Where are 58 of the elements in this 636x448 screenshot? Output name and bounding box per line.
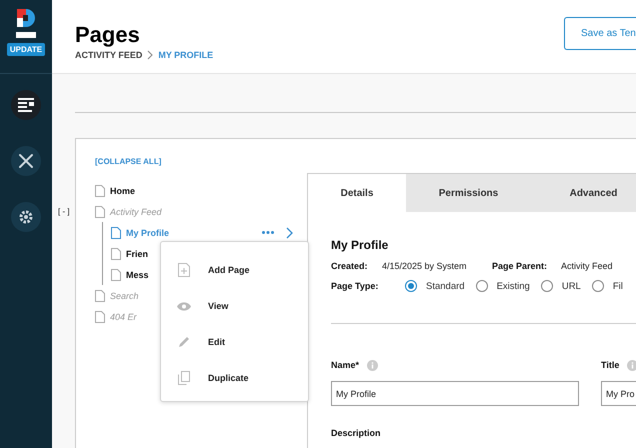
chevron-right-icon xyxy=(286,226,293,238)
nav-button[interactable] xyxy=(11,90,41,120)
duplicate-icon xyxy=(178,371,190,385)
update-badge[interactable]: UPDATE xyxy=(6,43,46,56)
more-icon xyxy=(262,231,274,234)
radio-label: URL xyxy=(562,280,581,292)
page-type-radio[interactable]: Existing xyxy=(476,280,530,292)
info-icon xyxy=(367,360,378,370)
menu-item[interactable]: Edit xyxy=(208,337,225,347)
parent-value: Activity Feed xyxy=(561,261,613,271)
menu-item[interactable]: View xyxy=(208,301,228,311)
document-icon xyxy=(18,98,34,112)
page-heading: My Profile xyxy=(331,238,390,252)
page-type-label: Page Type: xyxy=(331,281,380,291)
breadcrumb-item[interactable]: ACTIVITY FEED xyxy=(75,50,142,60)
page-type-radio[interactable]: URL xyxy=(540,280,581,292)
radio-button[interactable] xyxy=(405,280,417,292)
page-icon xyxy=(111,226,121,238)
page-icon xyxy=(111,268,121,280)
nav-button[interactable] xyxy=(11,146,41,176)
page-icon xyxy=(95,206,105,218)
page-icon xyxy=(95,310,105,322)
description-label: Description xyxy=(331,428,381,438)
name-field[interactable]: My Profile xyxy=(331,381,579,406)
radio-button[interactable] xyxy=(592,280,604,292)
menu-item[interactable]: Add Page xyxy=(208,265,250,275)
collapse-toggle[interactable]: [ - ] xyxy=(58,207,70,216)
radio-label: Existing xyxy=(496,280,530,292)
radio-label: Standard xyxy=(426,280,465,292)
chevron-right-icon xyxy=(147,50,154,60)
tree-item[interactable]: Mess xyxy=(126,270,149,280)
page-icon xyxy=(95,184,105,196)
nav-button[interactable] xyxy=(11,202,41,232)
radio-label: Fil xyxy=(612,280,623,292)
created-value: 4/15/2025 by System xyxy=(382,261,468,271)
settings-icon xyxy=(18,209,34,225)
created-label: Created: xyxy=(331,261,369,271)
page-type-radio[interactable]: Fil xyxy=(592,280,623,292)
eye-icon xyxy=(177,302,191,310)
title-field[interactable]: My Pro xyxy=(601,381,636,406)
page-icon xyxy=(111,248,121,260)
tree-item[interactable]: Frien xyxy=(126,248,148,258)
logo-icon xyxy=(15,8,37,40)
page-icon xyxy=(95,290,105,302)
radio-button[interactable] xyxy=(540,280,553,292)
menu-item[interactable]: Duplicate xyxy=(208,373,249,383)
save-template-button[interactable]: Save as Ten xyxy=(564,17,636,50)
tab[interactable]: Details xyxy=(308,174,406,212)
add-page-icon xyxy=(178,263,190,277)
name-label: Name* xyxy=(331,360,360,370)
tools-icon xyxy=(18,153,34,169)
radio-button[interactable] xyxy=(476,280,488,292)
page-type-radio[interactable]: Standard xyxy=(405,280,465,292)
tree-item[interactable]: Home xyxy=(110,186,136,196)
page-title: Pages xyxy=(75,22,141,48)
title-label: Title xyxy=(601,360,620,370)
parent-label: Page Parent: xyxy=(492,261,548,271)
pencil-icon xyxy=(178,336,190,348)
